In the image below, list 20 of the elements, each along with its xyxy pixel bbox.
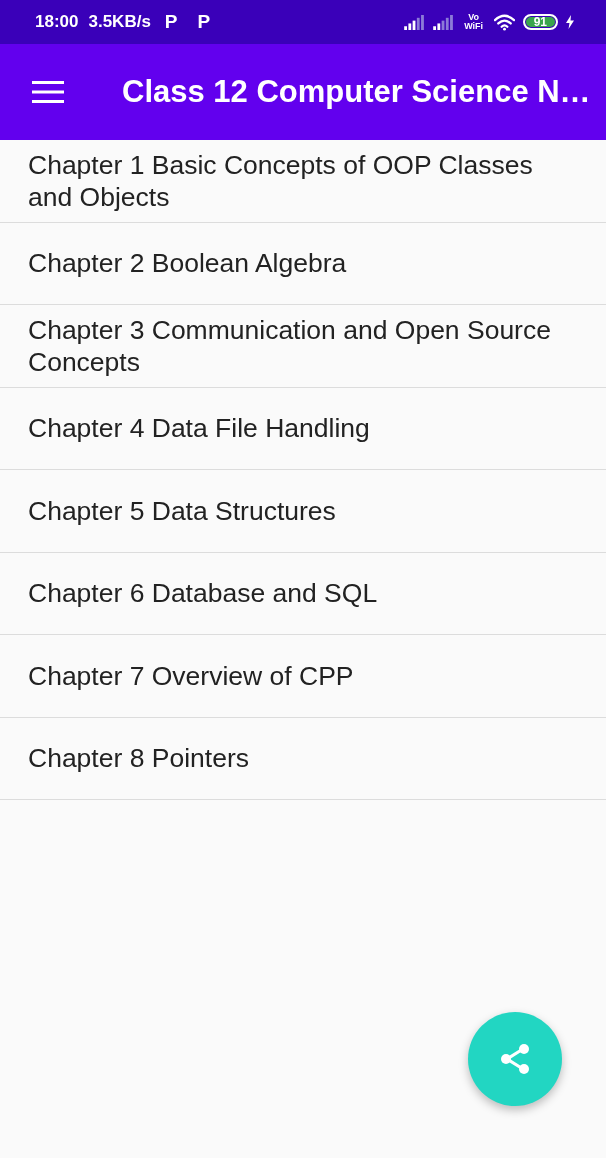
chapter-list-item[interactable]: Chapter 8 Pointers xyxy=(0,717,606,800)
chapter-list-item[interactable]: Chapter 6 Database and SQL xyxy=(0,552,606,635)
notification-icon: P xyxy=(197,11,211,33)
chapter-list-item[interactable]: Chapter 5 Data Structures xyxy=(0,470,606,553)
chapter-list-item[interactable]: Chapter 4 Data File Handling xyxy=(0,387,606,470)
chapter-list-item[interactable]: Chapter 1 Basic Concepts of OOP Classes and Objects xyxy=(0,140,606,223)
vowifi-label: Vo WiFi xyxy=(463,13,485,31)
wifi-icon xyxy=(493,13,515,31)
notification-icon: P xyxy=(164,11,178,33)
menu-icon[interactable] xyxy=(32,81,64,103)
chapter-list-item[interactable]: Chapter 3 Communication and Open Source Concepts xyxy=(0,305,606,388)
network-speed: 3.5KB/s xyxy=(88,12,151,32)
clock-time: 18:00 xyxy=(35,12,79,32)
signal-icon xyxy=(403,14,425,30)
battery-indicator: 91 xyxy=(522,14,558,30)
app-title: Class 12 Computer Science N… xyxy=(122,74,591,110)
chapter-list-item[interactable]: Chapter 2 Boolean Algebra xyxy=(0,222,606,305)
signal-icon xyxy=(432,14,454,30)
share-icon xyxy=(500,1043,530,1075)
chapter-list-item[interactable]: Chapter 7 Overview of CPP xyxy=(0,635,606,718)
